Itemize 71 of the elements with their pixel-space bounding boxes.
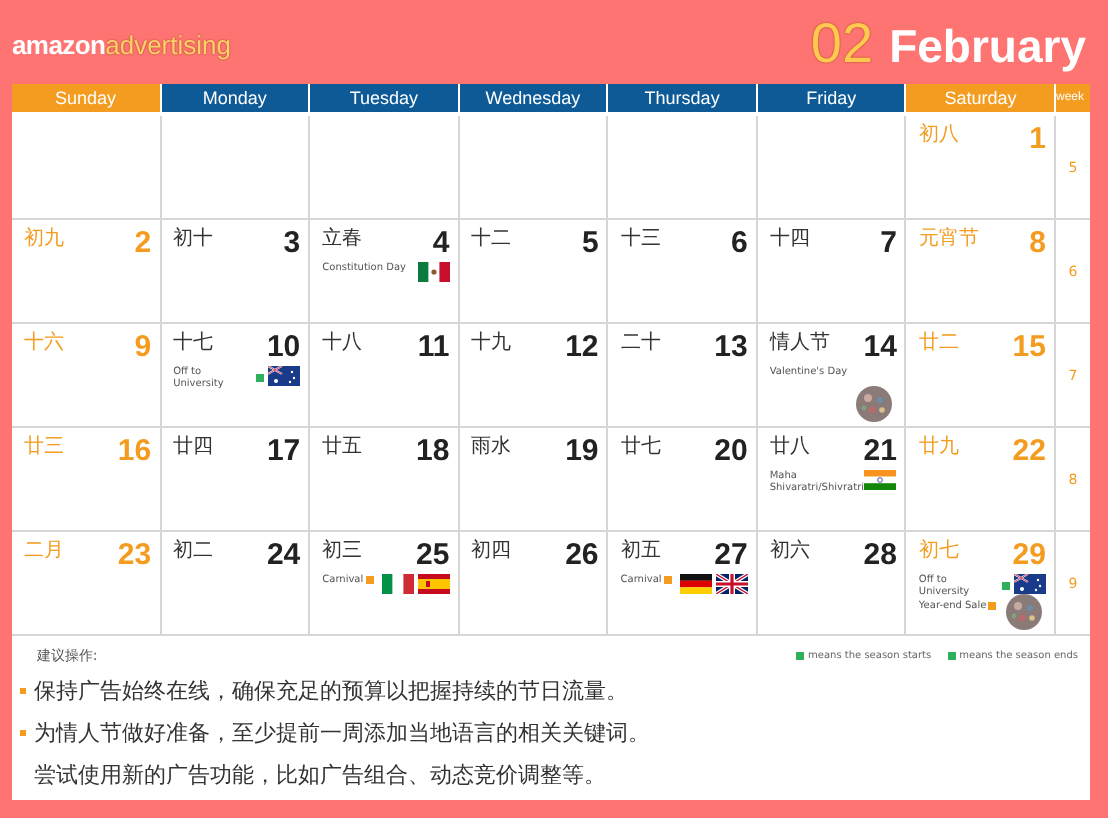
lunar-date: 初九 [24, 228, 64, 252]
lunar-date: 十六 [24, 332, 64, 356]
lunar-date: 廿五 [322, 436, 363, 460]
day-number: 3 [283, 228, 301, 258]
day-number: 10 [266, 332, 301, 362]
day-number: 2 [134, 228, 152, 258]
day-number: 29 [1012, 540, 1046, 570]
lunar-date: 初八 [918, 124, 959, 148]
lunar-date: 十三 [620, 228, 661, 252]
weekday-header: Tuesday [310, 84, 458, 116]
weekday-header: Friday [757, 84, 905, 116]
tip-text: 保持广告始终在线，确保充足的预算以把握持续的节日流量。 [34, 676, 628, 706]
day-number: 13 [714, 332, 748, 362]
day-number: 18 [416, 436, 450, 466]
lunar-date: 初十 [173, 228, 214, 252]
tip-text: 尝试使用新的广告功能，比如广告组合、动态竞价调整等。 [34, 760, 606, 790]
day-number: 7 [880, 228, 897, 258]
lunar-date: 初五 [620, 540, 661, 564]
day-number: 15 [1012, 332, 1046, 362]
lunar-date: 廿二 [918, 332, 959, 356]
day-number: 1 [1029, 124, 1046, 154]
day-number: 24 [266, 540, 301, 570]
day-number: 4 [432, 228, 450, 258]
lunar-date: 情人节 [769, 332, 830, 356]
lunar-date: 十二 [471, 228, 512, 252]
lunar-date: 二月 [24, 540, 64, 564]
day-number: 26 [565, 540, 599, 570]
day-number: 11 [417, 332, 450, 362]
lunar-date: 廿四 [173, 436, 214, 460]
month-name: February [889, 20, 1086, 74]
lunar-date: 元宵节 [918, 228, 979, 252]
day-number: 28 [863, 540, 897, 570]
lunar-date: 初四 [471, 540, 512, 564]
brand-logo: amazonadvertising [12, 30, 231, 64]
day-number: 9 [134, 332, 152, 362]
lunar-date: 廿三 [24, 436, 64, 460]
weekday-header: Saturday [906, 84, 1054, 116]
lunar-date: 十七 [173, 332, 214, 356]
lunar-date: 十九 [471, 332, 512, 356]
lunar-date: 廿九 [918, 436, 959, 460]
lunar-date: 二十 [620, 332, 661, 356]
lunar-date: 廿七 [620, 436, 661, 460]
day-number: 12 [565, 332, 599, 362]
lunar-date: 廿八 [769, 436, 810, 460]
day-number: 27 [714, 540, 748, 570]
lunar-date: 初六 [769, 540, 810, 564]
month-number: 02 [810, 12, 874, 76]
day-number: 25 [416, 540, 450, 570]
lunar-date: 雨水 [471, 436, 512, 460]
day-number: 20 [714, 436, 748, 466]
lunar-date: 初七 [918, 540, 959, 564]
day-number: 6 [731, 228, 748, 258]
day-number: 8 [1029, 228, 1046, 258]
weekday-header: Sunday [12, 84, 160, 116]
day-number: 22 [1012, 436, 1046, 466]
lunar-date: 初二 [173, 540, 214, 564]
day-number: 19 [565, 436, 599, 466]
day-number: 14 [863, 332, 897, 362]
lunar-date: 初三 [322, 540, 363, 564]
lunar-date: 立春 [322, 228, 363, 252]
day-number: 21 [863, 436, 897, 466]
lunar-date: 十八 [322, 332, 363, 356]
day-number: 17 [266, 436, 301, 466]
tip-text: 为情人节做好准备，至少提前一周添加当地语言的相关关键词。 [34, 718, 650, 748]
day-number: 5 [581, 228, 599, 258]
day-number: 16 [117, 436, 152, 466]
day-number: 23 [117, 540, 152, 570]
weekday-header: Monday [161, 84, 309, 116]
weekday-header: Thursday [608, 84, 756, 116]
lunar-date: 十四 [769, 228, 810, 252]
weekday-header: Wednesday [459, 84, 607, 116]
